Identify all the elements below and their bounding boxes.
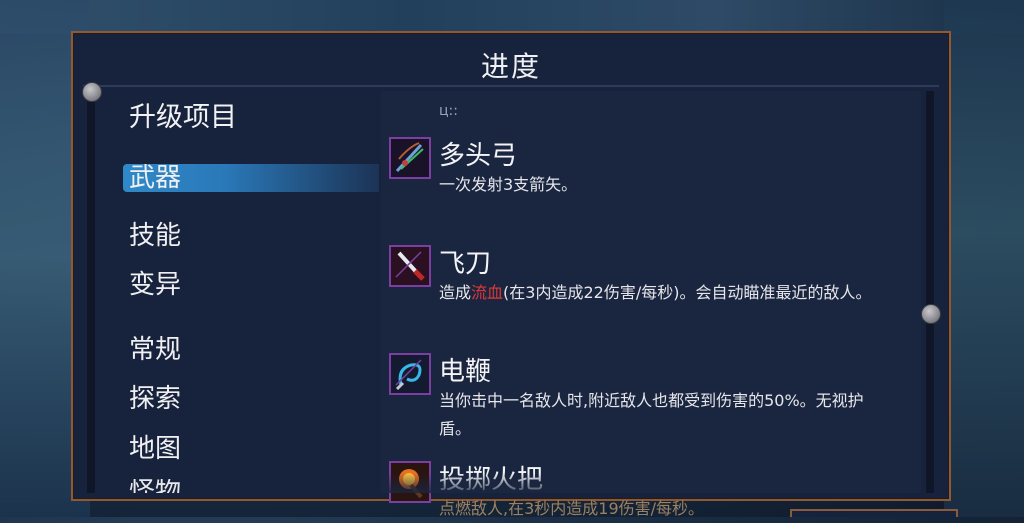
progress-panel: 进度 升级项目 武器 技能 变异 常规 探索 地图 怪物 ц:: 多头弓 一次发… — [71, 31, 951, 518]
right-scroll-track[interactable] — [926, 91, 934, 493]
panel-title: 进度 — [480, 50, 541, 83]
background-right — [944, 0, 1024, 517]
category-map[interactable]: 地图 — [129, 428, 181, 465]
item-description: 造成流血(在3内造成22伤害/每秒)。会自动瞄准最近的敌人。 — [439, 279, 879, 307]
item-name: 多头弓 — [439, 141, 518, 171]
bleed-keyword: 流血 — [471, 283, 504, 302]
category-mutations[interactable]: 变异 — [129, 264, 181, 301]
left-scroll-knob[interactable] — [82, 82, 102, 102]
category-weapons[interactable]: 武器 — [123, 164, 379, 192]
title-divider — [83, 85, 939, 87]
bottom-panel-edge — [790, 509, 958, 517]
item-name: 电鞭 — [439, 357, 492, 387]
unlock-list: ц:: 多头弓 一次发射3支箭矢。 飞刀 造成流血(在3内造成22伤害/每秒)。… — [381, 91, 921, 518]
list-fade — [381, 473, 921, 493]
multi-bow-icon — [389, 137, 431, 179]
electric-whip-icon — [389, 353, 431, 395]
item-description: 当你击中一名敌人时,附近敌人也都受到伤害的50%。无视护盾。 — [439, 391, 864, 438]
category-header: 升级项目 — [129, 102, 237, 133]
category-skills[interactable]: 技能 — [129, 215, 181, 252]
category-general[interactable]: 常规 — [129, 329, 181, 366]
desc-prefix: 造成 — [439, 283, 472, 302]
desc-suffix: (在3内造成22伤害/每秒)。会自动瞄准最近的敌人。 — [503, 283, 872, 302]
category-monsters[interactable]: 怪物 — [129, 479, 181, 493]
right-scroll-knob[interactable] — [921, 304, 941, 324]
category-explore[interactable]: 探索 — [129, 378, 181, 415]
item-name: 飞刀 — [439, 249, 492, 279]
item-description: 一次发射3支箭矢。 — [439, 175, 578, 194]
list-top-fragment: ц:: — [439, 103, 458, 119]
throwing-knife-icon — [389, 245, 431, 287]
background-top — [0, 0, 1024, 34]
left-scroll-track[interactable] — [87, 91, 95, 493]
